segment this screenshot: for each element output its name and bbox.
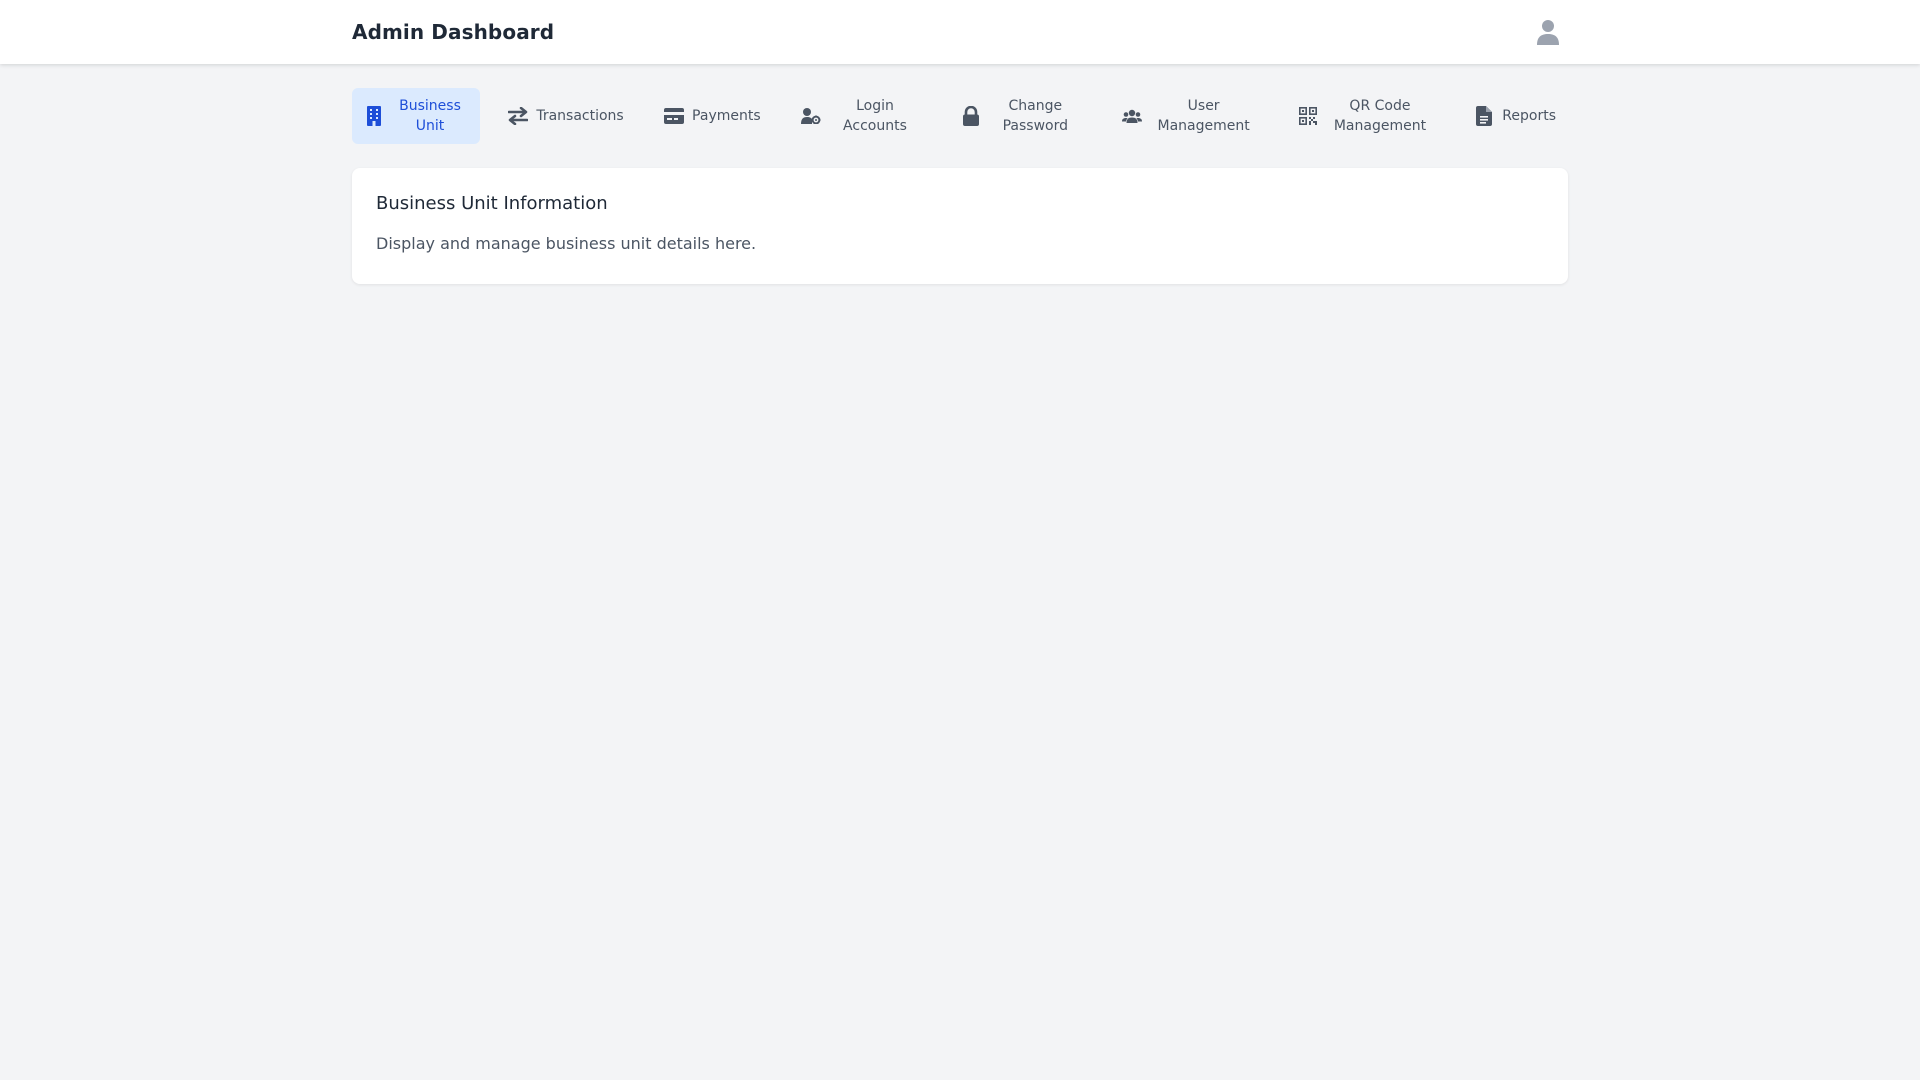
- lock-icon: [961, 106, 981, 126]
- user-avatar-button[interactable]: [1528, 12, 1568, 52]
- document-icon: [1474, 106, 1494, 126]
- tab-label: Login Accounts: [843, 98, 907, 134]
- tab-label: Transactions: [536, 108, 624, 124]
- user-icon: [1537, 20, 1559, 45]
- tab-label: Payments: [692, 108, 761, 124]
- tab-label: QR Code Management: [1333, 98, 1427, 134]
- app-title: Admin Dashboard: [352, 20, 555, 44]
- users-icon: [1121, 106, 1142, 126]
- top-header: Admin Dashboard: [0, 0, 1920, 64]
- qrcode-icon: [1298, 106, 1318, 126]
- card-description: Display and manage business unit details…: [376, 234, 757, 253]
- building-icon: [364, 106, 384, 126]
- tab-user-management[interactable]: User Management: [1110, 88, 1270, 144]
- tab-label: Change Password: [1002, 98, 1068, 134]
- tab-bar: Business Unit Transactions Payments Logi…: [352, 88, 1568, 144]
- tab-qr-code-management[interactable]: QR Code Management: [1286, 88, 1446, 144]
- main-container: Business Unit Transactions Payments Logi…: [352, 88, 1568, 284]
- card-title: Business Unit Information: [376, 193, 608, 214]
- tab-payments[interactable]: Payments: [652, 88, 773, 144]
- tab-change-password[interactable]: Change Password: [949, 88, 1093, 144]
- credit-card-icon: [664, 106, 685, 126]
- tab-label: Reports: [1502, 108, 1556, 124]
- tab-label: User Management: [1157, 98, 1250, 134]
- header-inner: Admin Dashboard: [352, 0, 1568, 64]
- tab-reports[interactable]: Reports: [1462, 88, 1568, 144]
- tab-business-unit[interactable]: Business Unit: [352, 88, 480, 144]
- tab-transactions[interactable]: Transactions: [496, 88, 635, 144]
- user-gear-icon: [800, 106, 821, 126]
- business-unit-card: Business Unit Information Display and ma…: [352, 168, 1568, 284]
- tab-login-accounts[interactable]: Login Accounts: [789, 88, 933, 144]
- arrows-exchange-icon: [508, 106, 529, 126]
- tab-label: Business Unit: [399, 98, 461, 134]
